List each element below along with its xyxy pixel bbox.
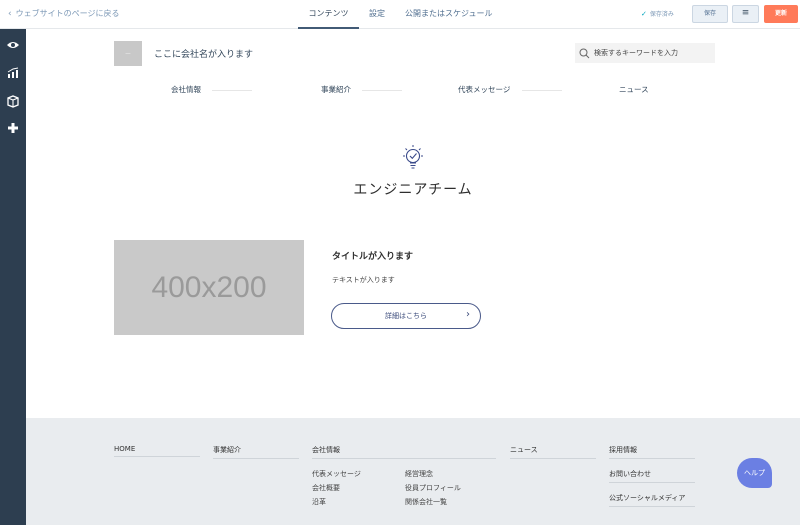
- hamburger-icon: ≡: [741, 8, 750, 18]
- footer-link-business[interactable]: 事業紹介: [213, 445, 299, 459]
- footer-link-contact[interactable]: お問い合わせ: [609, 469, 695, 483]
- nav-divider: [522, 90, 562, 91]
- menu-button[interactable]: ≡: [732, 5, 759, 23]
- site-footer: HOME 事業紹介 会社情報 ニュース 採用情報 代表メッセージ 会社概要 沿革…: [26, 418, 800, 525]
- card-title: タイトルが入ります: [332, 252, 414, 262]
- plus-icon[interactable]: [6, 121, 20, 135]
- site-nav: 会社情報 事業紹介 代表メッセージ ニュース: [114, 84, 714, 100]
- nav-item-news[interactable]: ニュース: [619, 84, 649, 95]
- nav-item-company-info[interactable]: 会社情報: [171, 84, 201, 95]
- editor-topbar: ‹ ウェブサイトのページに戻る コンテンツ 設定 公開またはスケジュール ✓ 保…: [0, 0, 800, 29]
- search-icon: [579, 48, 590, 58]
- footer-link-social[interactable]: 公式ソーシャルメディア: [609, 493, 695, 507]
- details-button-label: 詳細はこちら: [385, 312, 427, 320]
- back-to-pages-link[interactable]: ‹ ウェブサイトのページに戻る: [8, 8, 119, 19]
- nav-item-business[interactable]: 事業紹介: [321, 84, 351, 95]
- page-preview: ー ここに会社名が入ります 会社情報 事業紹介 代表メッセージ ニュース エンジ…: [26, 29, 800, 525]
- search-input[interactable]: [594, 49, 709, 57]
- update-button[interactable]: 更新: [764, 5, 798, 23]
- check-icon: ✓: [641, 9, 647, 18]
- footer-link-officers[interactable]: 役員プロフィール: [405, 483, 461, 493]
- box-icon[interactable]: [6, 94, 20, 108]
- tab-settings[interactable]: 設定: [359, 0, 395, 29]
- nav-divider: [212, 90, 252, 91]
- nav-divider: [362, 90, 402, 91]
- footer-link-philosophy[interactable]: 経営理念: [405, 469, 433, 479]
- saved-status: ✓ 保存済み: [641, 9, 674, 19]
- left-rail: [0, 29, 26, 525]
- footer-link-news[interactable]: ニュース: [510, 445, 596, 459]
- image-placeholder-text: 400x200: [151, 270, 267, 304]
- company-name[interactable]: ここに会社名が入ります: [154, 47, 253, 60]
- chart-icon[interactable]: [6, 66, 20, 80]
- tab-content[interactable]: コンテンツ: [298, 0, 359, 29]
- chevron-left-icon: ‹: [8, 8, 12, 19]
- lightbulb-icon: [403, 145, 423, 169]
- chevron-right-icon: ›: [466, 309, 470, 320]
- editor-tabs: コンテンツ 設定 公開またはスケジュール: [298, 0, 502, 29]
- back-link-label: ウェブサイトのページに戻る: [15, 9, 120, 18]
- section-heading: エンジニアチーム: [353, 182, 473, 198]
- help-button[interactable]: ヘルプ: [737, 458, 772, 488]
- eye-icon[interactable]: [6, 38, 20, 52]
- saved-status-label: 保存済み: [649, 11, 674, 18]
- footer-link-affiliates[interactable]: 関係会社一覧: [405, 497, 447, 507]
- card-image[interactable]: 400x200: [114, 240, 304, 335]
- details-button[interactable]: 詳細はこちら ›: [331, 303, 481, 329]
- logo-placeholder-text: ー: [124, 51, 131, 58]
- site-search: [575, 43, 715, 63]
- footer-link-recruit[interactable]: 採用情報: [609, 445, 695, 459]
- footer-link-history[interactable]: 沿革: [312, 497, 326, 507]
- tab-publish-schedule[interactable]: 公開またはスケジュール: [395, 0, 502, 29]
- footer-link-home[interactable]: HOME: [114, 445, 200, 457]
- save-button[interactable]: 保存: [692, 5, 728, 23]
- footer-link-ceo-message[interactable]: 代表メッセージ: [312, 469, 361, 479]
- card-text: テキストが入ります: [332, 276, 395, 284]
- company-logo[interactable]: ー: [114, 41, 142, 66]
- nav-item-ceo-message[interactable]: 代表メッセージ: [458, 84, 510, 95]
- footer-link-company-overview[interactable]: 会社概要: [312, 483, 340, 493]
- footer-link-company[interactable]: 会社情報: [312, 445, 496, 459]
